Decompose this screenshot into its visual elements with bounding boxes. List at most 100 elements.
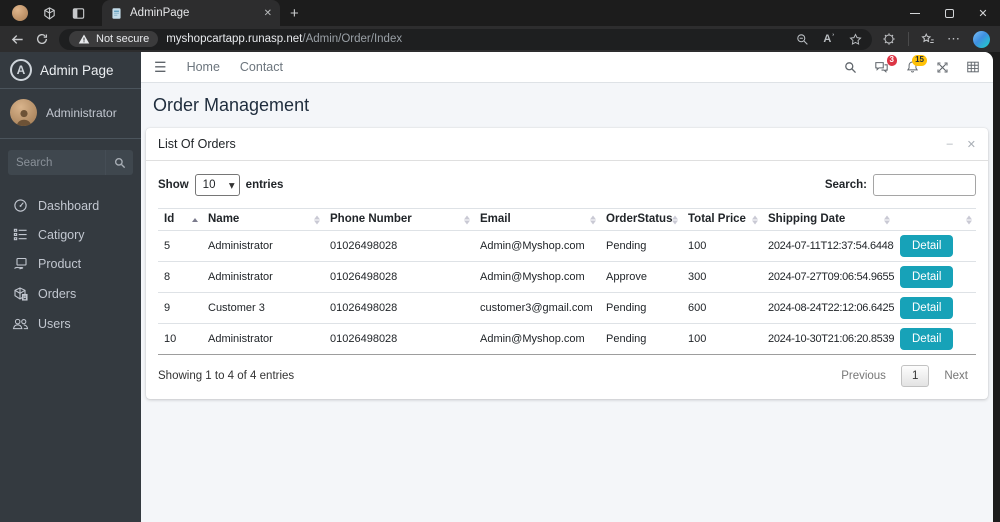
browser-tab[interactable]: AdminPage ✕	[102, 0, 280, 26]
zoom-out-icon[interactable]	[796, 33, 809, 46]
cell-total: 300	[682, 261, 762, 293]
sidebar-item-label: Orders	[38, 287, 77, 301]
orders-table-body: 5 Administrator 01026498028 Admin@Myshop…	[158, 230, 976, 355]
cell-email: customer3@gmail.com	[474, 292, 600, 324]
cell-total: 100	[682, 323, 762, 355]
table-info: Showing 1 to 4 of 4 entries	[158, 370, 295, 382]
pagination-next[interactable]: Next	[936, 366, 976, 386]
entries-label: entries	[245, 179, 284, 191]
card-collapse-icon[interactable]: –	[947, 138, 953, 151]
warning-icon	[78, 33, 90, 45]
detail-button[interactable]: Detail	[900, 266, 954, 288]
messages-icon[interactable]: 3	[874, 55, 897, 74]
sidebar-brand[interactable]: A Admin Page	[0, 52, 141, 89]
browser-menu-icon[interactable]: ⋯	[947, 31, 961, 47]
column-header-email[interactable]: Email	[474, 208, 600, 231]
tab-actions-icon[interactable]	[71, 6, 86, 21]
security-chip[interactable]: Not secure	[69, 31, 159, 47]
new-tab-button[interactable]: +	[290, 6, 299, 21]
pagination-previous[interactable]: Previous	[833, 366, 894, 386]
sidebar-toggle-icon[interactable]: ☰	[154, 59, 167, 76]
column-header-name[interactable]: Name	[202, 208, 324, 231]
page-title: Order Management	[153, 95, 310, 115]
column-header-status[interactable]: OrderStatus	[600, 208, 682, 231]
tab-close-icon[interactable]: ✕	[264, 8, 272, 19]
table-search-input[interactable]	[873, 174, 976, 196]
cell-date: 2024-08-24T22:12:06.6425067	[762, 292, 894, 324]
column-header-id[interactable]: Id	[158, 208, 202, 231]
cell-actions: Detail	[894, 292, 976, 324]
card-header: List Of Orders – ✕	[146, 128, 988, 161]
cell-date: 2024-10-30T21:06:20.8539318	[762, 323, 894, 355]
brand-label: Admin Page	[40, 62, 114, 78]
card-title: List Of Orders	[158, 137, 236, 151]
sidebar-item-category[interactable]: Catigory	[0, 220, 141, 249]
cell-id: 9	[158, 292, 202, 324]
favorites-bar-icon[interactable]	[921, 32, 935, 46]
detail-button[interactable]: Detail	[900, 328, 954, 350]
detail-button[interactable]: Detail	[900, 297, 954, 319]
list-icon	[12, 227, 29, 242]
refresh-icon[interactable]	[35, 32, 49, 46]
cell-name: Customer 3	[202, 292, 324, 324]
sidebar-item-dashboard[interactable]: Dashboard	[0, 191, 141, 220]
sidebar-item-label: Product	[38, 257, 82, 271]
nav-link-contact[interactable]: Contact	[240, 60, 283, 74]
cell-phone: 01026498028	[324, 292, 474, 324]
window-close-button[interactable]: ✕	[966, 0, 1000, 26]
workspaces-cube-icon[interactable]	[42, 6, 57, 21]
column-header-actions[interactable]	[894, 208, 976, 231]
read-aloud-icon[interactable]: Aʾ	[823, 33, 835, 45]
back-icon[interactable]	[10, 32, 25, 47]
pagination: Previous 1 Next	[833, 365, 976, 387]
notifications-bell-icon[interactable]: 15	[906, 55, 927, 74]
cell-email: Admin@Myshop.com	[474, 323, 600, 355]
column-header-total[interactable]: Total Price	[682, 208, 762, 231]
grid-icon[interactable]	[966, 60, 980, 74]
fullscreen-icon[interactable]	[936, 61, 949, 74]
gear-icon[interactable]	[882, 32, 896, 46]
entries-select[interactable]: 10 ▾	[194, 174, 240, 196]
cell-phone: 01026498028	[324, 230, 474, 262]
window-minimize-button[interactable]	[898, 0, 932, 26]
sidebar-item-orders[interactable]: Orders	[0, 279, 141, 309]
show-label: Show	[158, 179, 189, 191]
user-avatar	[10, 99, 37, 126]
nav-link-home[interactable]: Home	[187, 60, 220, 74]
browser-profile-avatar-icon[interactable]	[12, 5, 28, 21]
security-label: Not secure	[96, 33, 150, 45]
url-text[interactable]: myshopcartapp.runasp.net/Admin/Order/Ind…	[166, 33, 402, 45]
cell-actions: Detail	[894, 230, 976, 262]
tachometer-icon	[12, 198, 29, 213]
user-panel[interactable]: Administrator	[0, 89, 141, 139]
sidebar-item-users[interactable]: Users	[0, 309, 141, 338]
table-row: 10 Administrator 01026498028 Admin@Mysho…	[158, 323, 976, 355]
window-maximize-button[interactable]	[932, 0, 966, 26]
cell-date: 2024-07-11T12:37:54.6448001	[762, 230, 894, 262]
cell-email: Admin@Myshop.com	[474, 261, 600, 293]
address-bar[interactable]: Not secure myshopcartapp.runasp.net/Admi…	[59, 28, 872, 50]
user-name: Administrator	[46, 105, 117, 120]
cell-name: Administrator	[202, 323, 324, 355]
cell-total: 100	[682, 230, 762, 262]
sidebar-item-product[interactable]: Product	[0, 249, 141, 279]
content: Order Management List Of Orders – ✕ Show	[141, 83, 993, 522]
column-header-date[interactable]: Shipping Date	[762, 208, 894, 231]
favorite-star-icon[interactable]	[849, 32, 862, 46]
table-row: 5 Administrator 01026498028 Admin@Myshop…	[158, 230, 976, 262]
cell-date: 2024-07-27T09:06:54.9655825	[762, 261, 894, 293]
sidebar-menu: Dashboard Catigory Product Orders Users	[0, 187, 141, 342]
navbar-search-icon[interactable]	[844, 61, 857, 74]
pagination-current-page[interactable]: 1	[900, 365, 930, 387]
browser-toolbar: Not secure myshopcartapp.runasp.net/Admi…	[0, 26, 1000, 52]
users-icon	[12, 316, 29, 331]
column-header-phone[interactable]: Phone Number	[324, 208, 474, 231]
detail-button[interactable]: Detail	[900, 235, 954, 257]
sidebar-search-button[interactable]	[105, 150, 133, 175]
sidebar-item-label: Catigory	[38, 227, 85, 242]
copilot-icon[interactable]	[973, 30, 990, 48]
cell-name: Administrator	[202, 261, 324, 293]
sidebar-search-input[interactable]	[8, 150, 105, 175]
cell-id: 5	[158, 230, 202, 262]
card-close-icon[interactable]: ✕	[967, 138, 976, 151]
